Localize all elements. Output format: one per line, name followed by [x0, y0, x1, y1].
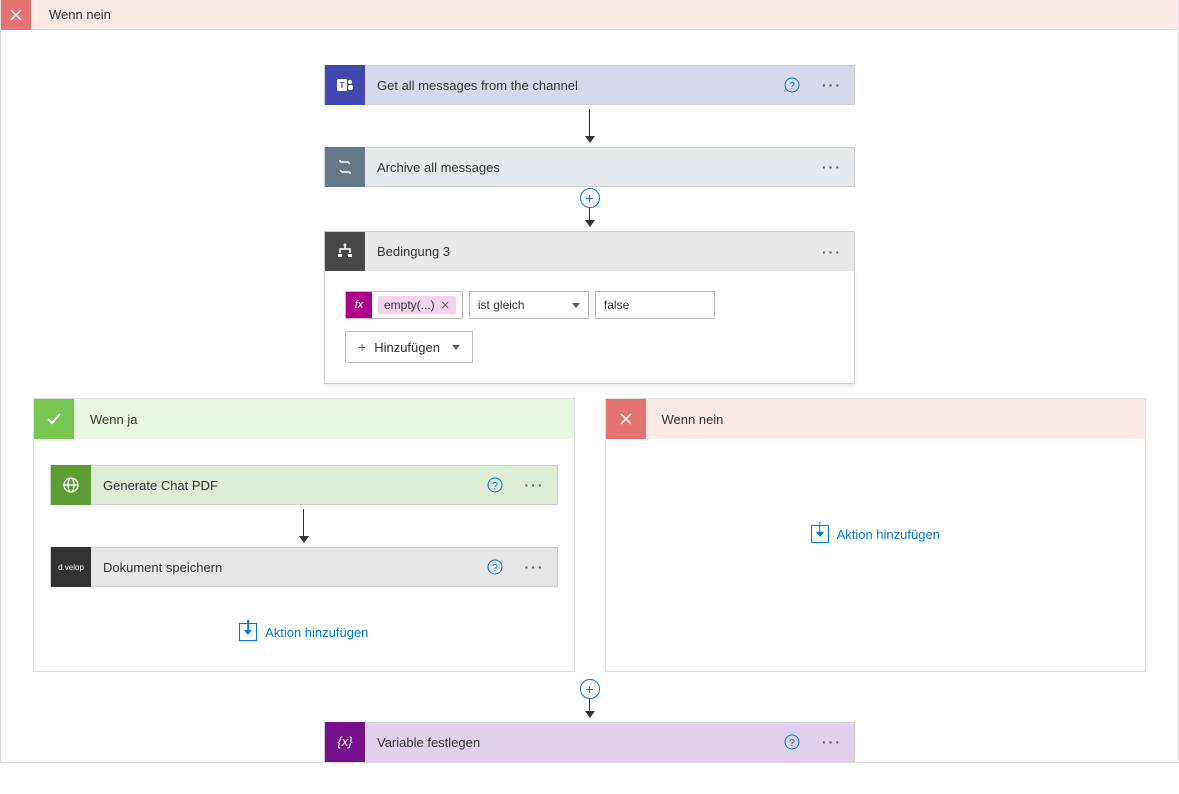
- add-step-button[interactable]: +: [580, 188, 600, 208]
- more-icon[interactable]: ···: [513, 477, 557, 493]
- expression-text: empty(...): [384, 298, 435, 312]
- dvelop-icon: d.velop: [51, 547, 91, 587]
- step-save-document-label: Dokument speichern: [91, 560, 477, 575]
- loop-icon: [325, 147, 365, 187]
- step-get-messages[interactable]: T Get all messages from the channel ? ··…: [324, 65, 855, 105]
- add-action-button[interactable]: Aktion hinzufügen: [239, 623, 368, 641]
- chevron-down-icon: [452, 345, 460, 350]
- step-archive-label: Archive all messages: [365, 160, 810, 175]
- more-icon[interactable]: ···: [810, 77, 854, 93]
- step-save-document[interactable]: d.velop Dokument speichern ? ···: [50, 547, 558, 587]
- add-action-icon: [239, 623, 257, 641]
- step-set-variable[interactable]: {x} Variable festlegen ? ···: [324, 722, 855, 762]
- flow-outer-container: Wenn nein T Get all messages from the ch…: [0, 0, 1179, 763]
- add-condition-button[interactable]: + Hinzufügen: [345, 331, 473, 363]
- add-action-button[interactable]: Aktion hinzufügen: [811, 525, 940, 543]
- value-text: false: [604, 298, 629, 312]
- condition-left-operand[interactable]: fx empty(...) ✕: [345, 291, 463, 319]
- add-label: Hinzufügen: [374, 340, 440, 355]
- branch-no-label: Wenn nein: [646, 412, 724, 427]
- remove-icon[interactable]: ✕: [441, 299, 450, 312]
- condition-row: fx empty(...) ✕ ist gleich false: [345, 291, 834, 319]
- help-icon[interactable]: ?: [774, 734, 810, 750]
- fx-icon: fx: [346, 292, 372, 318]
- branch-yes-label: Wenn ja: [74, 412, 137, 427]
- svg-text:T: T: [340, 81, 345, 90]
- connector-arrow: +: [580, 191, 600, 227]
- help-icon[interactable]: ?: [477, 559, 513, 575]
- plus-icon: +: [358, 339, 366, 355]
- teams-icon: T: [325, 65, 365, 105]
- branch-no-header: Wenn nein: [606, 399, 1146, 439]
- step-set-variable-label: Variable festlegen: [365, 735, 774, 750]
- variable-icon: {x}: [325, 722, 365, 762]
- condition-operator-select[interactable]: ist gleich: [469, 291, 589, 319]
- svg-text:?: ?: [789, 81, 795, 92]
- condition-title: Bedingung 3: [365, 244, 810, 259]
- operator-label: ist gleich: [478, 298, 525, 312]
- expression-pill[interactable]: empty(...) ✕: [378, 296, 456, 314]
- branch-no-body: Aktion hinzufügen: [606, 439, 1146, 557]
- connector-arrow: [299, 509, 309, 543]
- if-no-header-outer: Wenn nein: [1, 0, 1178, 30]
- svg-text:?: ?: [492, 563, 498, 574]
- step-generate-pdf[interactable]: Generate Chat PDF ? ···: [50, 465, 558, 505]
- condition-body: fx empty(...) ✕ ist gleich false + Hinzu…: [324, 271, 855, 384]
- if-no-outer-label: Wenn nein: [31, 7, 111, 22]
- flow-canvas: T Get all messages from the channel ? ··…: [1, 30, 1178, 762]
- x-icon: [606, 399, 646, 439]
- add-action-label: Aktion hinzufügen: [265, 625, 368, 640]
- help-icon[interactable]: ?: [477, 477, 513, 493]
- more-icon[interactable]: ···: [810, 159, 854, 175]
- globe-icon: [51, 465, 91, 505]
- help-icon[interactable]: ?: [774, 77, 810, 93]
- connector-arrow: +: [580, 682, 600, 718]
- svg-text:?: ?: [789, 738, 795, 749]
- step-archive-messages[interactable]: Archive all messages ···: [324, 147, 855, 187]
- branch-no: Wenn nein Aktion hinzufügen: [605, 398, 1147, 672]
- condition-icon: [325, 232, 365, 272]
- branch-yes-body: Generate Chat PDF ? ··· d.velop Dokument…: [34, 439, 574, 671]
- branch-yes-header: Wenn ja: [34, 399, 574, 439]
- add-step-button[interactable]: +: [580, 679, 600, 699]
- connector-arrow: [585, 109, 595, 143]
- more-icon[interactable]: ···: [810, 734, 854, 750]
- step-condition-header[interactable]: Bedingung 3 ···: [324, 231, 855, 271]
- step-get-messages-label: Get all messages from the channel: [365, 78, 774, 93]
- more-icon[interactable]: ···: [513, 559, 557, 575]
- condition-branches: Wenn ja Generate Chat PDF ? ···: [21, 384, 1158, 672]
- add-action-label: Aktion hinzufügen: [837, 527, 940, 542]
- more-icon[interactable]: ···: [810, 244, 854, 260]
- svg-text:?: ?: [492, 481, 498, 492]
- svg-text:{x}: {x}: [337, 734, 353, 749]
- condition-value-input[interactable]: false: [595, 291, 715, 319]
- add-action-icon: [811, 525, 829, 543]
- x-icon: [1, 0, 31, 30]
- step-generate-pdf-label: Generate Chat PDF: [91, 478, 477, 493]
- branch-yes: Wenn ja Generate Chat PDF ? ···: [33, 398, 575, 672]
- check-icon: [34, 399, 74, 439]
